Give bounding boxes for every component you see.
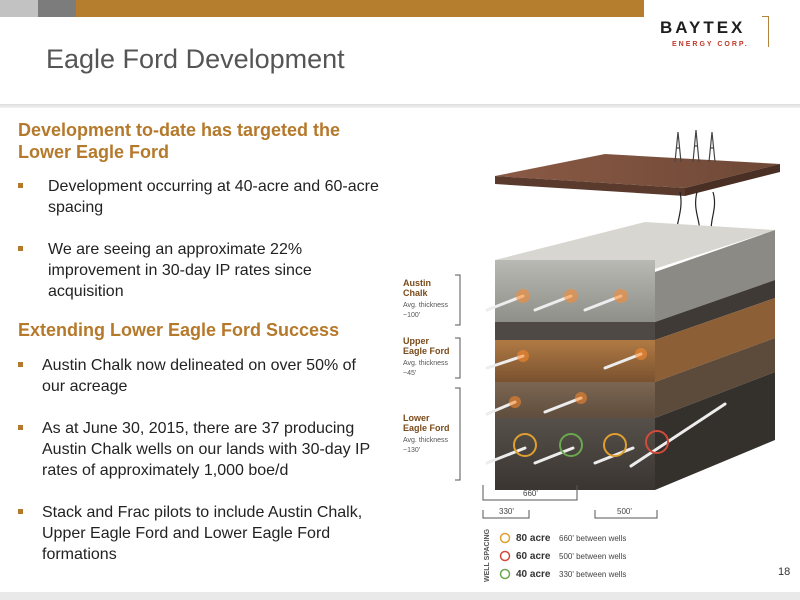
bullet-marker xyxy=(18,425,23,430)
bullet-marker xyxy=(18,183,23,188)
bullet-marker xyxy=(18,509,23,514)
layer-thickness-value: ~130' xyxy=(403,447,420,454)
section2-heading: Extending Lower Eagle Ford Success xyxy=(18,320,340,340)
spacing-desc: 660' between wells xyxy=(559,534,626,543)
bullet-item: We are seeing an approximate 22% improve… xyxy=(18,239,383,302)
layer-name: Chalk xyxy=(403,288,429,298)
bullet-text: We are seeing an approximate 22% improve… xyxy=(48,241,312,300)
section1-bullet-list: Development occurring at 40-acre and 60-… xyxy=(18,176,383,302)
well-spacing-title: WELL SPACING xyxy=(484,528,491,582)
bullet-marker xyxy=(18,246,23,251)
top-bar-segment-dark xyxy=(38,0,76,17)
spacing-legend-row: 60 acre 500' between wells xyxy=(499,550,626,562)
surface-slab xyxy=(495,154,780,196)
bullet-marker xyxy=(18,362,23,367)
dimension-500: 500' xyxy=(617,507,632,516)
logo-subtitle: ENERGY CORP. xyxy=(672,41,749,48)
spacing-desc: 500' between wells xyxy=(559,552,626,561)
svg-text:Lower: Lower xyxy=(403,413,430,423)
layer-thickness-label: Avg. thickness xyxy=(403,360,449,367)
bottom-bar xyxy=(0,592,800,600)
section2-bullet-list: Austin Chalk now delineated on over 50% … xyxy=(18,355,383,565)
block-side-face xyxy=(655,230,775,490)
bullet-text: Development occurring at 40-acre and 60-… xyxy=(48,178,379,216)
legend-ring-icon xyxy=(499,550,511,562)
upper-eagle-ford-label: Upper Eagle Ford Avg. thickness ~45' xyxy=(403,336,450,377)
layer-name: Austin xyxy=(403,278,431,288)
lower-eagle-ford-label: Lower Eagle Ford Avg. thickness ~130' xyxy=(403,413,450,454)
baytex-logo: BAYTEX ENERGY CORP. xyxy=(648,8,769,52)
spacing-acre: 40 acre xyxy=(516,569,551,580)
dimension-660: 660' xyxy=(523,489,538,498)
drilling-rig-icons xyxy=(674,129,716,163)
svg-text:Upper: Upper xyxy=(403,336,430,346)
svg-text:Eagle Ford: Eagle Ford xyxy=(403,346,450,356)
top-bar-segment-light xyxy=(0,0,38,17)
legend-ring-icon xyxy=(499,532,511,544)
bullet-text: Stack and Frac pilots to include Austin … xyxy=(42,504,363,563)
austin-chalk-label: Austin Chalk Avg. thickness ~100' xyxy=(403,278,449,319)
logo-corner-mark xyxy=(762,16,769,47)
legend-ring-icon xyxy=(499,568,511,580)
top-bar-segment-accent xyxy=(76,0,644,17)
svg-text:Eagle Ford: Eagle Ford xyxy=(403,423,450,433)
bullet-text: Austin Chalk now delineated on over 50% … xyxy=(42,357,356,395)
dimension-330: 330' xyxy=(499,507,514,516)
well-cross-section-diagram: Austin Chalk Avg. thickness ~100' Upper … xyxy=(403,129,780,582)
bullet-item: Stack and Frac pilots to include Austin … xyxy=(18,502,383,565)
spacing-legend-row: 40 acre 330' between wells xyxy=(499,568,626,580)
bullet-item: Austin Chalk now delineated on over 50% … xyxy=(18,355,383,397)
spacing-desc: 330' between wells xyxy=(559,570,626,579)
title-divider xyxy=(0,104,800,108)
page-number: 18 xyxy=(778,566,791,578)
bullet-text: As at June 30, 2015, there are 37 produc… xyxy=(42,420,370,479)
layer-brackets xyxy=(455,274,461,481)
layer-thickness-value: ~45' xyxy=(403,370,416,377)
spacing-acre: 60 acre xyxy=(516,551,551,562)
logo-name: BAYTEX xyxy=(660,18,746,37)
layer-thickness-label: Avg. thickness xyxy=(403,437,449,444)
layer-thickness-value: ~100' xyxy=(403,312,420,319)
spacing-acre: 80 acre xyxy=(516,533,551,544)
bullet-item: As at June 30, 2015, there are 37 produc… xyxy=(18,418,383,481)
spacing-legend-row: 80 acre 660' between wells xyxy=(499,532,626,544)
section1-heading: Development to-date has targeted the Low… xyxy=(18,120,341,162)
slide-title: Eagle Ford Development xyxy=(46,44,345,74)
layer-thickness-label: Avg. thickness xyxy=(403,302,449,309)
bullet-item: Development occurring at 40-acre and 60-… xyxy=(18,176,383,218)
